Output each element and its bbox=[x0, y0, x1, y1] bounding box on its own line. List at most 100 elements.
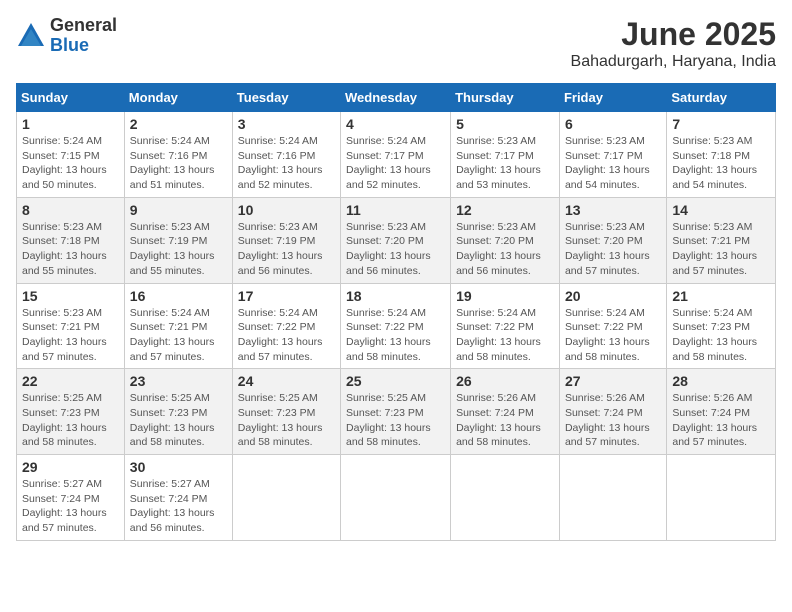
calendar-week-row: 22 Sunrise: 5:25 AMSunset: 7:23 PMDayligh… bbox=[17, 369, 776, 455]
calendar-cell bbox=[232, 455, 340, 541]
calendar-cell: 24 Sunrise: 5:25 AMSunset: 7:23 PMDayligh… bbox=[232, 369, 340, 455]
day-number: 19 bbox=[456, 288, 554, 304]
calendar-week-row: 8 Sunrise: 5:23 AMSunset: 7:18 PMDaylight… bbox=[17, 197, 776, 283]
day-number: 21 bbox=[672, 288, 770, 304]
day-info: Sunrise: 5:23 AMSunset: 7:20 PMDaylight:… bbox=[456, 220, 554, 279]
day-info: Sunrise: 5:23 AMSunset: 7:17 PMDaylight:… bbox=[565, 134, 661, 193]
weekday-header-row: SundayMondayTuesdayWednesdayThursdayFrid… bbox=[17, 84, 776, 112]
day-number: 13 bbox=[565, 202, 661, 218]
calendar-cell: 27 Sunrise: 5:26 AMSunset: 7:24 PMDayligh… bbox=[559, 369, 666, 455]
day-info: Sunrise: 5:25 AMSunset: 7:23 PMDaylight:… bbox=[22, 391, 119, 450]
calendar-cell: 20Sunrise: 5:24 AMSunset: 7:22 PMDayligh… bbox=[559, 283, 666, 369]
day-info: Sunrise: 5:23 AMSunset: 7:21 PMDaylight:… bbox=[22, 306, 119, 365]
day-number: 6 bbox=[565, 116, 661, 132]
weekday-header-tuesday: Tuesday bbox=[232, 84, 340, 112]
day-info: Sunrise: 5:27 AMSunset: 7:24 PMDaylight:… bbox=[130, 477, 227, 536]
calendar-cell: 30 Sunrise: 5:27 AMSunset: 7:24 PMDayligh… bbox=[124, 455, 232, 541]
weekday-header-monday: Monday bbox=[124, 84, 232, 112]
calendar-cell: 28Sunrise: 5:26 AMSunset: 7:24 PMDayligh… bbox=[667, 369, 776, 455]
day-info: Sunrise: 5:23 AMSunset: 7:19 PMDaylight:… bbox=[238, 220, 335, 279]
day-info: Sunrise: 5:27 AMSunset: 7:24 PMDaylight:… bbox=[22, 477, 119, 536]
calendar-cell: 25 Sunrise: 5:25 AMSunset: 7:23 PMDayligh… bbox=[341, 369, 451, 455]
calendar-cell bbox=[451, 455, 560, 541]
calendar-cell: 14Sunrise: 5:23 AMSunset: 7:21 PMDayligh… bbox=[667, 197, 776, 283]
day-info: Sunrise: 5:23 AMSunset: 7:17 PMDaylight:… bbox=[456, 134, 554, 193]
calendar-table: SundayMondayTuesdayWednesdayThursdayFrid… bbox=[16, 83, 776, 541]
day-number: 7 bbox=[672, 116, 770, 132]
day-info: Sunrise: 5:24 AMSunset: 7:16 PMDaylight:… bbox=[130, 134, 227, 193]
calendar-cell bbox=[667, 455, 776, 541]
weekday-header-saturday: Saturday bbox=[667, 84, 776, 112]
calendar-cell: 1Sunrise: 5:24 AMSunset: 7:15 PMDaylight… bbox=[17, 112, 125, 198]
calendar-cell: 12 Sunrise: 5:23 AMSunset: 7:20 PMDayligh… bbox=[451, 197, 560, 283]
location-title: Bahadurgarh, Haryana, India bbox=[571, 53, 776, 71]
calendar-cell bbox=[341, 455, 451, 541]
day-info: Sunrise: 5:25 AMSunset: 7:23 PMDaylight:… bbox=[238, 391, 335, 450]
day-number: 29 bbox=[22, 459, 119, 475]
day-number: 1 bbox=[22, 116, 119, 132]
calendar-cell: 15 Sunrise: 5:23 AMSunset: 7:21 PMDayligh… bbox=[17, 283, 125, 369]
weekday-header-friday: Friday bbox=[559, 84, 666, 112]
day-number: 11 bbox=[346, 202, 445, 218]
calendar-cell: 29 Sunrise: 5:27 AMSunset: 7:24 PMDayligh… bbox=[17, 455, 125, 541]
day-info: Sunrise: 5:23 AMSunset: 7:20 PMDaylight:… bbox=[346, 220, 445, 279]
calendar-week-row: 15 Sunrise: 5:23 AMSunset: 7:21 PMDayligh… bbox=[17, 283, 776, 369]
calendar-cell: 5 Sunrise: 5:23 AMSunset: 7:17 PMDaylight… bbox=[451, 112, 560, 198]
title-area: June 2025 Bahadurgarh, Haryana, India bbox=[571, 16, 776, 71]
calendar-cell: 16 Sunrise: 5:24 AMSunset: 7:21 PMDayligh… bbox=[124, 283, 232, 369]
day-number: 28 bbox=[672, 373, 770, 389]
calendar-cell: 18 Sunrise: 5:24 AMSunset: 7:22 PMDayligh… bbox=[341, 283, 451, 369]
day-info: Sunrise: 5:25 AMSunset: 7:23 PMDaylight:… bbox=[130, 391, 227, 450]
calendar-cell: 22 Sunrise: 5:25 AMSunset: 7:23 PMDayligh… bbox=[17, 369, 125, 455]
day-number: 24 bbox=[238, 373, 335, 389]
day-info: Sunrise: 5:24 AMSunset: 7:22 PMDaylight:… bbox=[346, 306, 445, 365]
calendar-cell: 7 Sunrise: 5:23 AMSunset: 7:18 PMDaylight… bbox=[667, 112, 776, 198]
weekday-header-wednesday: Wednesday bbox=[341, 84, 451, 112]
calendar-cell: 10Sunrise: 5:23 AMSunset: 7:19 PMDayligh… bbox=[232, 197, 340, 283]
day-info: Sunrise: 5:24 AMSunset: 7:16 PMDaylight:… bbox=[238, 134, 335, 193]
day-number: 8 bbox=[22, 202, 119, 218]
logo: General Blue bbox=[16, 16, 117, 56]
day-number: 17 bbox=[238, 288, 335, 304]
day-number: 30 bbox=[130, 459, 227, 475]
month-title: June 2025 bbox=[571, 16, 776, 53]
day-number: 22 bbox=[22, 373, 119, 389]
day-number: 15 bbox=[22, 288, 119, 304]
calendar-cell: 6 Sunrise: 5:23 AMSunset: 7:17 PMDaylight… bbox=[559, 112, 666, 198]
calendar-cell bbox=[559, 455, 666, 541]
day-info: Sunrise: 5:26 AMSunset: 7:24 PMDaylight:… bbox=[565, 391, 661, 450]
day-info: Sunrise: 5:23 AMSunset: 7:18 PMDaylight:… bbox=[672, 134, 770, 193]
day-number: 12 bbox=[456, 202, 554, 218]
calendar-cell: 4Sunrise: 5:24 AMSunset: 7:17 PMDaylight… bbox=[341, 112, 451, 198]
calendar-cell: 11 Sunrise: 5:23 AMSunset: 7:20 PMDayligh… bbox=[341, 197, 451, 283]
day-number: 14 bbox=[672, 202, 770, 218]
day-info: Sunrise: 5:24 AMSunset: 7:22 PMDaylight:… bbox=[238, 306, 335, 365]
weekday-header-thursday: Thursday bbox=[451, 84, 560, 112]
calendar-cell: 26 Sunrise: 5:26 AMSunset: 7:24 PMDayligh… bbox=[451, 369, 560, 455]
calendar-week-row: 1Sunrise: 5:24 AMSunset: 7:15 PMDaylight… bbox=[17, 112, 776, 198]
day-number: 4 bbox=[346, 116, 445, 132]
day-number: 9 bbox=[130, 202, 227, 218]
calendar-cell: 13Sunrise: 5:23 AMSunset: 7:20 PMDayligh… bbox=[559, 197, 666, 283]
day-number: 25 bbox=[346, 373, 445, 389]
logo-icon bbox=[16, 21, 46, 51]
day-number: 18 bbox=[346, 288, 445, 304]
day-info: Sunrise: 5:24 AMSunset: 7:21 PMDaylight:… bbox=[130, 306, 227, 365]
day-number: 5 bbox=[456, 116, 554, 132]
calendar-cell: 2Sunrise: 5:24 AMSunset: 7:16 PMDaylight… bbox=[124, 112, 232, 198]
day-number: 27 bbox=[565, 373, 661, 389]
day-info: Sunrise: 5:23 AMSunset: 7:18 PMDaylight:… bbox=[22, 220, 119, 279]
day-number: 16 bbox=[130, 288, 227, 304]
day-info: Sunrise: 5:26 AMSunset: 7:24 PMDaylight:… bbox=[456, 391, 554, 450]
day-number: 23 bbox=[130, 373, 227, 389]
calendar-cell: 23 Sunrise: 5:25 AMSunset: 7:23 PMDayligh… bbox=[124, 369, 232, 455]
calendar-cell: 17 Sunrise: 5:24 AMSunset: 7:22 PMDayligh… bbox=[232, 283, 340, 369]
logo-blue-text: Blue bbox=[50, 36, 117, 56]
day-number: 26 bbox=[456, 373, 554, 389]
day-info: Sunrise: 5:24 AMSunset: 7:22 PMDaylight:… bbox=[565, 306, 661, 365]
calendar-cell: 9Sunrise: 5:23 AMSunset: 7:19 PMDaylight… bbox=[124, 197, 232, 283]
day-info: Sunrise: 5:24 AMSunset: 7:22 PMDaylight:… bbox=[456, 306, 554, 365]
day-info: Sunrise: 5:25 AMSunset: 7:23 PMDaylight:… bbox=[346, 391, 445, 450]
day-number: 3 bbox=[238, 116, 335, 132]
header: General Blue June 2025 Bahadurgarh, Hary… bbox=[16, 16, 776, 71]
